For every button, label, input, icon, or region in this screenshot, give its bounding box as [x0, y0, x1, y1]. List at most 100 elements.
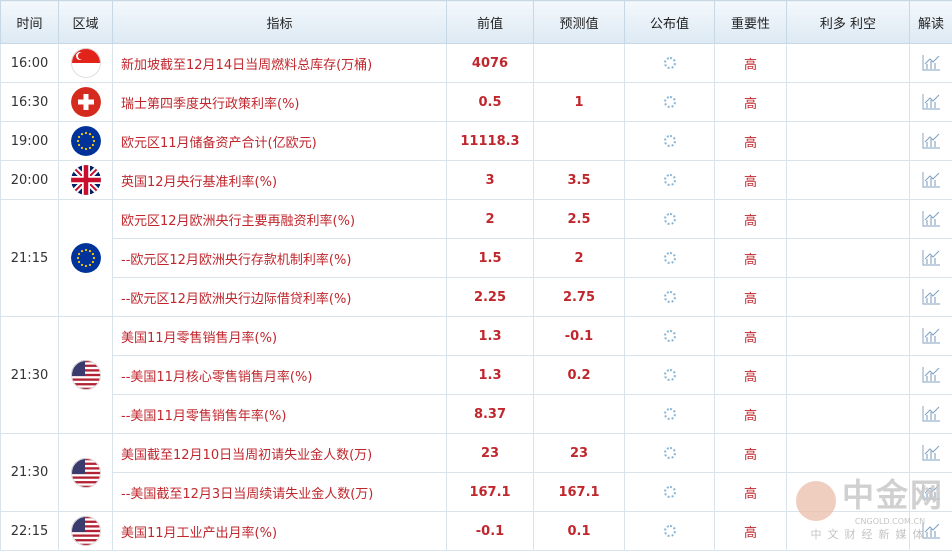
- header-importance: 重要性: [714, 0, 787, 44]
- loading-icon: [663, 447, 676, 459]
- indicator-link[interactable]: 欧元区12月欧洲央行主要再融资利率(%): [112, 199, 447, 239]
- indicator-link[interactable]: 瑞士第四季度央行政策利率(%): [112, 82, 447, 122]
- analysis-button[interactable]: [909, 355, 952, 395]
- bull-bear-cell: [786, 355, 910, 395]
- bull-bear-cell: [786, 82, 910, 122]
- previous-value: 1.3: [446, 355, 534, 395]
- published-value: [624, 511, 715, 551]
- forecast-value: [533, 394, 625, 434]
- analysis-button[interactable]: [909, 394, 952, 434]
- forecast-value: 3.5: [533, 160, 625, 200]
- loading-icon: [663, 291, 676, 303]
- us-flag-icon: [70, 457, 101, 488]
- table-row: 21:15 欧元区12月欧洲央行主要再融资利率(%) 2 2.5 高: [0, 199, 952, 317]
- uk-flag-icon: [70, 165, 101, 195]
- previous-value: 11118.3: [446, 121, 534, 161]
- eu-flag-icon: [70, 243, 101, 273]
- previous-value: 23: [446, 433, 534, 473]
- analysis-button[interactable]: [909, 277, 952, 317]
- importance-value: 高: [714, 121, 787, 161]
- previous-value: 1.3: [446, 316, 534, 356]
- indicator-link[interactable]: --欧元区12月欧洲央行存款机制利率(%): [112, 238, 447, 278]
- indicator-link[interactable]: 美国截至12月10日当周初请失业金人数(万): [112, 433, 447, 473]
- time-cell: 16:30: [0, 82, 59, 122]
- table-row: --欧元区12月欧洲央行边际借贷利率(%) 2.25 2.75 高: [1, 277, 952, 317]
- forecast-value: [533, 121, 625, 161]
- region-cell: [58, 433, 113, 512]
- header-time: 时间: [0, 0, 59, 44]
- watermark-logo-text: 中金网: [841, 475, 944, 514]
- analysis-button[interactable]: [909, 82, 952, 122]
- chart-analysis-icon: [921, 445, 941, 461]
- previous-value: 4076: [446, 43, 534, 83]
- previous-value: 3: [446, 160, 534, 200]
- indicator-link[interactable]: --美国11月零售销售年率(%): [112, 394, 447, 434]
- header-published: 公布值: [624, 0, 715, 44]
- analysis-button[interactable]: [909, 433, 952, 473]
- importance-value: 高: [714, 355, 787, 395]
- previous-value: 2.25: [446, 277, 534, 317]
- time-cell: 20:00: [0, 160, 59, 200]
- forecast-value: 2.75: [533, 277, 625, 317]
- importance-value: 高: [714, 199, 787, 239]
- cngold-logo-icon: [795, 481, 836, 521]
- chart-analysis-icon: [921, 133, 941, 149]
- region-cell: [58, 511, 113, 551]
- time-cell: 16:00: [0, 43, 59, 83]
- forecast-value: 0.2: [533, 355, 625, 395]
- loading-icon: [663, 252, 676, 264]
- analysis-button[interactable]: [909, 121, 952, 161]
- singapore-flag-icon: [70, 48, 101, 78]
- indicator-link[interactable]: --美国截至12月3日当周续请失业金人数(万): [112, 472, 447, 512]
- loading-icon: [663, 96, 676, 108]
- header-analysis: 解读: [909, 0, 952, 44]
- time-cell: 21:30: [0, 316, 59, 434]
- indicator-link[interactable]: 英国12月央行基准利率(%): [112, 160, 447, 200]
- loading-icon: [663, 486, 676, 498]
- published-value: [624, 82, 715, 122]
- indicator-link[interactable]: 美国11月工业产出月率(%): [112, 511, 447, 551]
- analysis-button[interactable]: [909, 199, 952, 239]
- forecast-value: 167.1: [533, 472, 625, 512]
- indicator-link[interactable]: --欧元区12月欧洲央行边际借贷利率(%): [112, 277, 447, 317]
- indicator-link[interactable]: 新加坡截至12月14日当周燃料总库存(万桶): [112, 43, 447, 83]
- previous-value: 167.1: [446, 472, 534, 512]
- indicator-link[interactable]: --美国11月核心零售销售月率(%): [112, 355, 447, 395]
- importance-value: 高: [714, 160, 787, 200]
- published-value: [624, 199, 715, 239]
- importance-value: 高: [714, 277, 787, 317]
- table-row: --美国11月零售销售年率(%) 8.37 高: [1, 394, 952, 434]
- previous-value: 2: [446, 199, 534, 239]
- importance-value: 高: [714, 511, 787, 551]
- table-row: 21:30 美国截至12月10日当周初请失业金人数(万) 23 23 高: [0, 433, 952, 512]
- chart-analysis-icon: [921, 289, 941, 305]
- published-value: [624, 238, 715, 278]
- published-value: [624, 472, 715, 512]
- region-cell: [58, 199, 113, 317]
- analysis-button[interactable]: [909, 160, 952, 200]
- importance-value: 高: [714, 433, 787, 473]
- header-region: 区域: [58, 0, 113, 44]
- analysis-button[interactable]: [909, 316, 952, 356]
- analysis-button[interactable]: [909, 238, 952, 278]
- published-value: [624, 121, 715, 161]
- analysis-button[interactable]: [909, 43, 952, 83]
- indicator-link[interactable]: 欧元区11月储备资产合计(亿欧元): [112, 121, 447, 161]
- chart-analysis-icon: [921, 328, 941, 344]
- table-row: 16:00 新加坡截至12月14日当周燃料总库存(万桶) 4076 高: [0, 43, 952, 83]
- indicator-link[interactable]: 美国11月零售销售月率(%): [112, 316, 447, 356]
- time-cell: 21:30: [0, 433, 59, 512]
- importance-value: 高: [714, 394, 787, 434]
- chart-analysis-icon: [921, 250, 941, 266]
- region-cell: [58, 43, 113, 83]
- region-cell: [58, 121, 113, 161]
- importance-value: 高: [714, 316, 787, 356]
- forecast-value: 0.1: [533, 511, 625, 551]
- table-header-row: 时间 区域 指标 前值 预测值 公布值 重要性 利多 利空 解读: [0, 0, 952, 44]
- header-bull-bear: 利多 利空: [786, 0, 910, 44]
- header-indicator: 指标: [112, 0, 447, 44]
- region-cell: [58, 160, 113, 200]
- chart-analysis-icon: [921, 55, 941, 71]
- previous-value: 0.5: [446, 82, 534, 122]
- published-value: [624, 316, 715, 356]
